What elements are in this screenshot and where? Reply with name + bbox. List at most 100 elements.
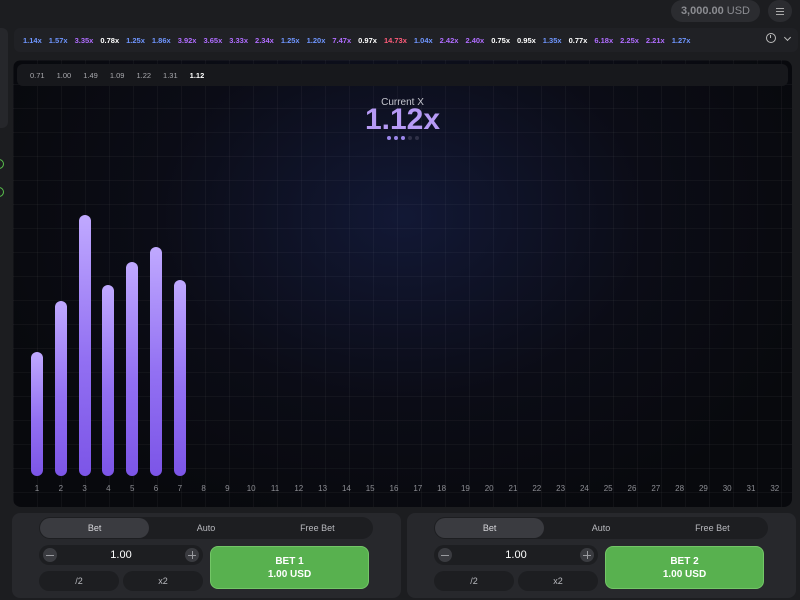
multiplier-bar [150,246,162,476]
round-slot-label: 10 [246,484,256,493]
multiplier-bar-chart: 1 2 3 4 5 6 7 8 9 10 11 12 13 14 15 16 17 18 19 20 21 22 23 24 2… [13,60,792,507]
hamburger-icon [776,10,784,12]
round-slot-label: 17 [413,484,423,493]
bet-amount-value[interactable]: 1.00 [39,549,203,561]
round-slot-label: 20 [484,484,494,493]
round-slot-label: 4 [106,484,111,493]
history-multiplier[interactable]: 2.34x [255,36,274,45]
halve-bet-button[interactable]: /2 [434,571,514,591]
history-multiplier[interactable]: 2.25x [620,36,639,45]
double-bet-button[interactable]: x2 [518,571,598,591]
round-slot-label: 2 [58,484,64,493]
round-slot-label: 23 [556,484,566,493]
bet-mode-tabs: Bet Auto Free Bet [39,517,373,539]
round-slot-label: 30 [722,484,732,493]
multiplier-bar [54,300,67,476]
bet-2-button[interactable]: BET 2 1.00 USD [605,546,764,589]
round-slot-label: 12 [294,484,304,493]
bet-amount-stepper: 1.00 [39,545,203,565]
bet-panel-1: Bet Auto Free Bet 1.00 /2 x2 BET 1 1.00 … [12,513,401,598]
bet-mode-tabs: Bet Auto Free Bet [434,517,768,539]
side-panel-edge[interactable] [0,28,8,128]
multiplier-bar [173,279,186,476]
bet-panel-2: Bet Auto Free Bet 1.00 /2 x2 BET 2 1.00 … [407,513,796,598]
round-slot-label: 14 [341,484,351,493]
history-multiplier[interactable]: 1.04x [414,36,433,45]
round-slot-label: 9 [225,484,230,493]
round-slot-label: 5 [129,484,135,493]
plus-icon[interactable] [580,548,594,562]
balance-currency: USD [726,5,750,17]
tab-auto[interactable]: Auto [546,518,655,538]
history-multiplier[interactable]: 1.14x [23,36,42,45]
history-multiplier[interactable]: 3.65x [203,36,222,45]
history-multiplier[interactable]: 1.35x [543,36,562,45]
round-slot-label: 25 [603,484,613,493]
round-slot-label: 13 [318,484,328,493]
history-multiplier[interactable]: 2.21x [646,36,665,45]
clock-icon[interactable] [766,33,776,43]
history-multiplier[interactable]: 1.86x [152,36,171,45]
history-multiplier[interactable]: 1.27x [672,36,691,45]
history-multiplier[interactable]: 3.92x [178,36,197,45]
round-slot-label: 21 [508,484,518,493]
tab-bet[interactable]: Bet [40,518,150,538]
multiplier-bar [31,351,43,476]
history-multiplier[interactable]: 6.18x [594,36,613,45]
history-tools [766,33,792,43]
round-slot-label: 7 [177,484,183,493]
status-indicator-icon [0,187,4,197]
halve-bet-button[interactable]: /2 [39,571,119,591]
history-multiplier[interactable]: 3.35x [75,36,94,45]
history-multiplier[interactable]: 0.97x [358,36,377,45]
history-multiplier[interactable]: 0.95x [517,36,536,45]
history-list: 1.14x 1.57x 3.35x 0.78x 1.25x 1.86x 3.92x 3.65x… [23,36,697,45]
tab-auto[interactable]: Auto [151,518,260,538]
history-multiplier[interactable]: 3.33x [229,36,248,45]
chevron-down-icon[interactable] [783,33,792,41]
round-slot-label: 3 [82,484,87,493]
bet-amount-value[interactable]: 1.00 [434,549,598,561]
game-board: 0.71 1.00 1.49 1.09 1.22 1.31 1.12 Current X 1… [13,60,792,507]
tab-free-bet[interactable]: Free Bet [263,518,372,538]
round-slot-label: 32 [770,484,780,493]
tab-bet[interactable]: Bet [435,518,545,538]
bet-button-amount: 1.00 USD [267,568,312,580]
round-slot-label: 16 [389,484,399,493]
round-slot-label: 28 [675,484,685,493]
round-slot-label: 15 [365,484,375,493]
history-multiplier[interactable]: 0.78x [100,36,119,45]
bet-amount-stepper: 1.00 [434,545,598,565]
bet-button-title: BET 2 [670,555,699,567]
multiplier-bar [102,285,115,476]
status-indicator-icon [0,159,4,169]
history-multiplier[interactable]: 1.57x [49,36,68,45]
top-bar: 3,000.00 USD [0,0,800,24]
round-slot-label: 22 [532,484,542,493]
balance-display: 3,000.00 USD [670,0,760,22]
tab-free-bet[interactable]: Free Bet [658,518,767,538]
multiplier-history: 1.14x 1.57x 3.35x 0.78x 1.25x 1.86x 3.92x 3.65x… [14,28,798,52]
history-multiplier[interactable]: 1.25x [126,36,145,45]
history-multiplier[interactable]: 0.75x [491,36,510,45]
history-multiplier[interactable]: 1.25x [281,36,300,45]
menu-button[interactable] [768,0,792,22]
history-multiplier[interactable]: 7.47x [332,36,351,45]
plus-icon[interactable] [185,548,199,562]
round-slot-label: 29 [698,484,708,493]
round-slot-label: 1 [34,484,40,493]
history-multiplier[interactable]: 2.40x [465,36,484,45]
round-slot-label: 31 [746,484,756,493]
bet-1-button[interactable]: BET 1 1.00 USD [210,546,369,589]
round-slot-label: 11 [270,484,280,493]
round-slot-label: 6 [153,484,159,493]
history-multiplier[interactable]: 14.73x [384,36,407,45]
history-multiplier[interactable]: 1.20x [307,36,326,45]
history-multiplier[interactable]: 2.42x [440,36,459,45]
round-slot-label: 8 [201,484,206,493]
multiplier-bar [126,262,139,476]
round-slot-label: 24 [579,484,589,493]
round-slot-label: 19 [460,484,470,493]
history-multiplier[interactable]: 0.77x [569,36,588,45]
double-bet-button[interactable]: x2 [123,571,203,591]
